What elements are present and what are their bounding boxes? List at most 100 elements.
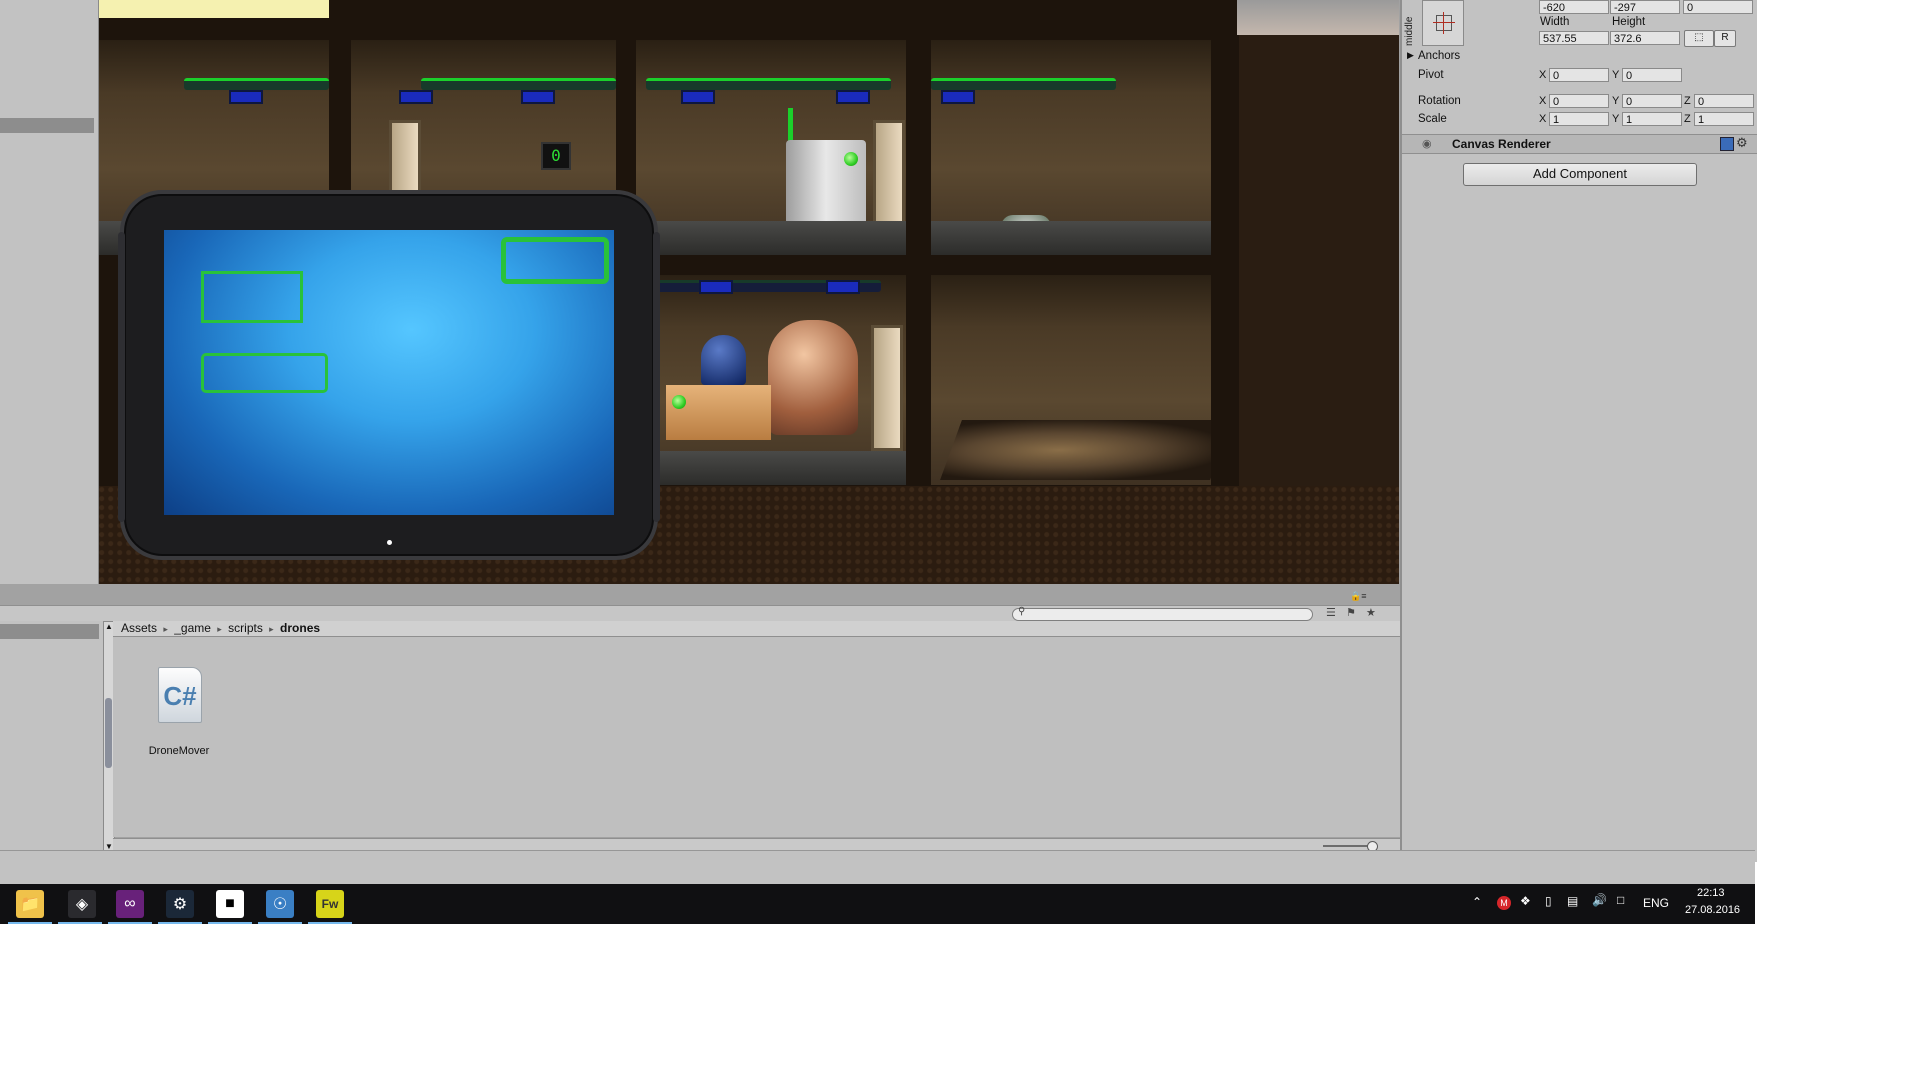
scale-x-axis: X [1539,113,1547,125]
inspector-panel: middle -620 -297 0 Width Height 537.55 3… [1400,0,1757,862]
network-icon[interactable]: ▤ [1567,894,1578,908]
yellow-wall-strip [99,0,329,18]
width-label: Width [1540,16,1570,28]
scale-z-axis: Z [1684,113,1691,125]
breadcrumb-assets[interactable]: Assets [121,621,157,635]
status-light-2 [672,395,686,409]
editor-status-bar [0,850,1755,885]
filter-by-label-icon[interactable]: ⚑ [1346,606,1356,619]
fireworks-icon[interactable]: Fw [316,890,344,918]
component-toggle-icon[interactable]: ◉ [1422,137,1432,150]
scale-y-field[interactable]: 1 [1622,112,1682,126]
tablet-side-left [118,232,125,522]
project-search-input[interactable]: ⚲ [1012,606,1313,621]
digit-display: 0 [541,142,571,170]
blender-like-app-icon[interactable]: ☉ [266,890,294,918]
pivot-y-axis: Y [1612,69,1620,81]
blueprint-mode-button[interactable]: ⬚ [1684,30,1714,47]
tablet-side-right [653,232,660,522]
project-toolbar: ⚲ ☰ ⚑ ★ 🔒≡ [0,591,1400,622]
rotation-x-axis: X [1539,95,1547,107]
clock-date[interactable]: 27.08.2016 [1685,904,1740,916]
tablet-button-1[interactable] [201,271,303,323]
unity-icon[interactable]: ◈ [68,890,96,918]
breadcrumb: Assets ▸ _game ▸ scripts ▸ drones [113,621,1400,637]
breadcrumb-separator: ▸ [217,624,222,634]
tablet-ui-device [118,190,660,560]
scale-label: Scale [1418,113,1447,125]
width-field[interactable]: 537.55 [1539,31,1609,45]
volume-icon[interactable]: 🔊 [1592,893,1607,907]
rotation-label: Rotation [1418,95,1461,107]
dropbox-tray-icon[interactable]: ❖ [1520,894,1531,908]
room-6 [931,275,1211,485]
anchors-foldout-arrow[interactable]: ▶ [1407,50,1414,61]
action-center-icon[interactable]: □ [1617,893,1624,907]
breadcrumb-drones[interactable]: drones [280,621,320,635]
pivot-x-field[interactable]: 0 [1549,68,1609,82]
tray-overflow-chevron-icon[interactable]: ⌃ [1472,895,1482,909]
pos-z-field[interactable]: 0 [1683,0,1753,14]
breadcrumb-separator: ▸ [269,624,274,634]
rotation-z-axis: Z [1684,95,1691,107]
help-book-icon[interactable] [1720,137,1734,151]
rotation-y-field[interactable]: 0 [1622,94,1682,108]
tablet-button-3-selected[interactable] [501,237,609,284]
add-component-button[interactable]: Add Component [1463,163,1697,186]
icon-size-slider-track[interactable] [1323,845,1373,847]
project-folder-selected[interactable] [0,624,99,639]
rotation-x-field[interactable]: 0 [1549,94,1609,108]
breadcrumb-separator: ▸ [163,624,168,634]
scale-z-field[interactable]: 1 [1694,112,1754,126]
hierarchy-selected-row[interactable] [0,118,94,133]
clock-time[interactable]: 22:13 [1697,887,1725,899]
anchor-mode-label: middle [1404,16,1415,46]
room-5 [636,275,906,485]
canvas-renderer-header[interactable]: ◉ Canvas Renderer ⚙ [1402,134,1757,154]
lock-icon[interactable]: 🔒≡ [1350,591,1366,602]
anchor-presets-button[interactable] [1422,0,1464,46]
sky-background [1237,0,1399,35]
visual-studio-icon[interactable]: ∞ [116,890,144,918]
room-3 [636,40,906,255]
scale-x-field[interactable]: 1 [1549,112,1609,126]
height-label: Height [1612,16,1646,28]
csharp-script-icon[interactable]: C# [158,667,202,723]
breadcrumb-scripts[interactable]: scripts [228,621,263,635]
favorites-star-icon[interactable]: ★ [1366,606,1376,619]
pivot-x-axis: X [1539,69,1547,81]
scroll-thumb[interactable] [105,698,112,768]
pos-y-field[interactable]: -297 [1610,0,1680,14]
scale-y-axis: Y [1612,113,1620,125]
battery-icon[interactable]: ▯ [1545,894,1552,908]
tablet-button-2[interactable] [201,353,328,393]
scene-view[interactable]: 0 [99,0,1399,584]
pivot-y-field[interactable]: 0 [1622,68,1682,82]
windows-taskbar: 📁 ◈ ∞ ⚙ ■ ☉ Fw ⌃ M ❖ ▯ ▤ 🔊 □ ENG 22:13 2… [0,884,1755,924]
pos-x-field[interactable]: -620 [1539,0,1609,14]
language-indicator[interactable]: ENG [1643,896,1669,910]
component-title: Canvas Renderer [1452,137,1551,151]
hierarchy-panel [0,0,99,584]
tablet-home-indicator [387,540,392,545]
height-field[interactable]: 372.6 [1610,31,1680,45]
rotation-z-field[interactable]: 0 [1694,94,1754,108]
anchors-label[interactable]: Anchors [1418,50,1460,62]
file-explorer-icon[interactable]: 📁 [16,890,44,918]
search-icon: ⚲ [1018,606,1026,617]
asset-file-label[interactable]: DroneMover [139,745,219,757]
room-4 [931,40,1211,255]
status-light [844,152,858,166]
scroll-up-arrow[interactable]: ▲ [105,622,113,631]
filter-by-type-icon[interactable]: ☰ [1326,606,1336,619]
roblox-studio-icon[interactable]: ■ [216,890,244,918]
rotation-y-axis: Y [1612,95,1620,107]
raw-edit-button[interactable]: R [1714,30,1736,47]
pivot-label: Pivot [1418,69,1444,81]
antivirus-tray-icon[interactable]: M [1497,896,1511,910]
gear-icon[interactable]: ⚙ [1736,135,1748,151]
project-folder-tree [0,621,103,862]
breadcrumb-game[interactable]: _game [174,621,211,635]
tablet-screen [164,230,614,515]
steam-icon[interactable]: ⚙ [166,890,194,918]
